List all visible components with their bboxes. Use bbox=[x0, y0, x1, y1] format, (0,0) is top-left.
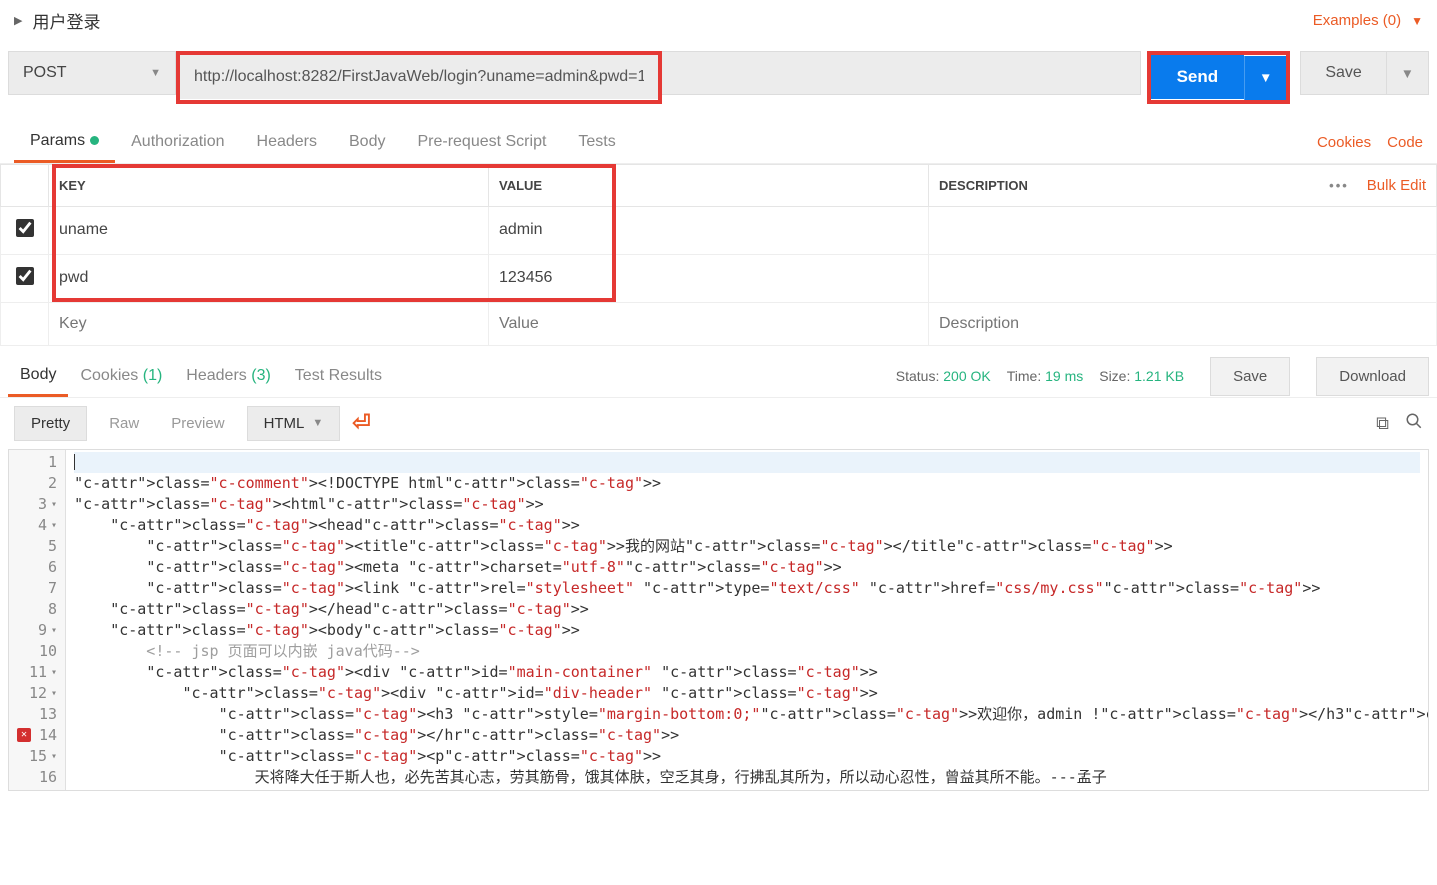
param-key[interactable]: pwd bbox=[49, 254, 489, 302]
wrap-lines-icon[interactable]: ⏎ bbox=[352, 410, 370, 436]
param-key[interactable]: uname bbox=[49, 206, 489, 254]
columns-options-icon[interactable]: ••• bbox=[1329, 178, 1349, 193]
send-caret-button[interactable]: ▼ bbox=[1244, 56, 1286, 100]
key-header: KEY bbox=[49, 164, 489, 206]
resp-tab-cookies[interactable]: Cookies (1) bbox=[68, 357, 174, 395]
params-table: KEY VALUE DESCRIPTION ••• Bulk Edit unam… bbox=[0, 164, 1437, 346]
value-placeholder-input[interactable] bbox=[499, 315, 918, 333]
resp-tab-headers[interactable]: Headers (3) bbox=[174, 357, 283, 395]
param-row: uname admin bbox=[1, 206, 1437, 254]
download-response-button[interactable]: Download bbox=[1316, 357, 1429, 396]
tab-authorization[interactable]: Authorization bbox=[115, 123, 240, 161]
param-value[interactable]: 123456 bbox=[489, 254, 929, 302]
body-toolbar: Pretty Raw Preview HTML ▼ ⏎ ⧉ bbox=[0, 398, 1437, 449]
param-checkbox[interactable] bbox=[16, 267, 34, 285]
params-active-dot-icon bbox=[90, 136, 99, 145]
save-caret-button[interactable]: ▼ bbox=[1387, 51, 1429, 95]
raw-button[interactable]: Raw bbox=[99, 409, 149, 438]
resp-tab-body[interactable]: Body bbox=[8, 356, 68, 397]
code-link[interactable]: Code bbox=[1387, 134, 1423, 151]
param-description[interactable] bbox=[929, 206, 1437, 254]
save-response-button[interactable]: Save bbox=[1210, 357, 1290, 396]
check-header bbox=[1, 164, 49, 206]
line-gutter: 1 2 3 ▾ 4 ▾ 5 6 7 8 9 ▾ 10 11 ▾ 12 ▾ 13 … bbox=[9, 450, 66, 790]
code-body[interactable]: "c-attr">class="c-comment"><!DOCTYPE htm… bbox=[66, 450, 1428, 790]
send-button[interactable]: Send bbox=[1151, 55, 1245, 99]
preview-button[interactable]: Preview bbox=[161, 409, 234, 438]
param-checkbox[interactable] bbox=[16, 219, 34, 237]
format-select[interactable]: HTML ▼ bbox=[247, 406, 341, 441]
collapse-icon[interactable]: ▶ bbox=[14, 14, 22, 27]
tab-headers[interactable]: Headers bbox=[241, 123, 333, 161]
description-placeholder-input[interactable] bbox=[939, 315, 1426, 333]
response-tabs: Body Cookies (1) Headers (3) Test Result… bbox=[0, 346, 1437, 398]
search-icon[interactable] bbox=[1405, 412, 1423, 435]
response-code: 1 2 3 ▾ 4 ▾ 5 6 7 8 9 ▾ 10 11 ▾ 12 ▾ 13 … bbox=[8, 449, 1429, 791]
request-bar: POST ▼ Send▼ Save▼ bbox=[0, 41, 1437, 118]
copy-icon[interactable]: ⧉ bbox=[1376, 413, 1389, 434]
tab-tests[interactable]: Tests bbox=[562, 123, 631, 161]
caret-down-icon: ▼ bbox=[312, 417, 323, 429]
request-header: ▶ 用户登录 Examples (0) ▼ bbox=[0, 0, 1437, 41]
method-select[interactable]: POST ▼ bbox=[8, 51, 176, 95]
params-table-wrap: KEY VALUE DESCRIPTION ••• Bulk Edit unam… bbox=[0, 164, 1437, 346]
save-button[interactable]: Save bbox=[1300, 51, 1386, 95]
examples-link[interactable]: Examples (0) bbox=[1313, 12, 1401, 29]
response-meta: Status: 200 OK Time: 19 ms Size: 1.21 KB… bbox=[896, 357, 1429, 396]
url-input[interactable] bbox=[180, 55, 658, 99]
description-header: DESCRIPTION ••• Bulk Edit bbox=[929, 164, 1437, 206]
error-icon: ✕ bbox=[17, 728, 31, 742]
tab-body[interactable]: Body bbox=[333, 123, 401, 161]
param-value[interactable]: admin bbox=[489, 206, 929, 254]
method-label: POST bbox=[23, 64, 67, 82]
param-row: pwd 123456 bbox=[1, 254, 1437, 302]
bulk-edit-link[interactable]: Bulk Edit bbox=[1367, 177, 1426, 194]
request-tabs: Params Authorization Headers Body Pre-re… bbox=[0, 118, 1437, 164]
param-placeholder-row bbox=[1, 302, 1437, 345]
request-name: 用户登录 bbox=[32, 8, 100, 33]
pretty-button[interactable]: Pretty bbox=[14, 406, 87, 441]
caret-down-icon: ▼ bbox=[150, 67, 161, 79]
key-placeholder-input[interactable] bbox=[59, 315, 478, 333]
tab-prerequest[interactable]: Pre-request Script bbox=[401, 123, 562, 161]
tab-params[interactable]: Params bbox=[14, 122, 115, 163]
url-bar-remainder[interactable] bbox=[662, 51, 1141, 95]
param-description[interactable] bbox=[929, 254, 1437, 302]
resp-tab-testresults[interactable]: Test Results bbox=[283, 357, 394, 395]
cookies-link[interactable]: Cookies bbox=[1317, 134, 1371, 151]
examples-caret-icon[interactable]: ▼ bbox=[1411, 14, 1423, 28]
value-header: VALUE bbox=[489, 164, 929, 206]
